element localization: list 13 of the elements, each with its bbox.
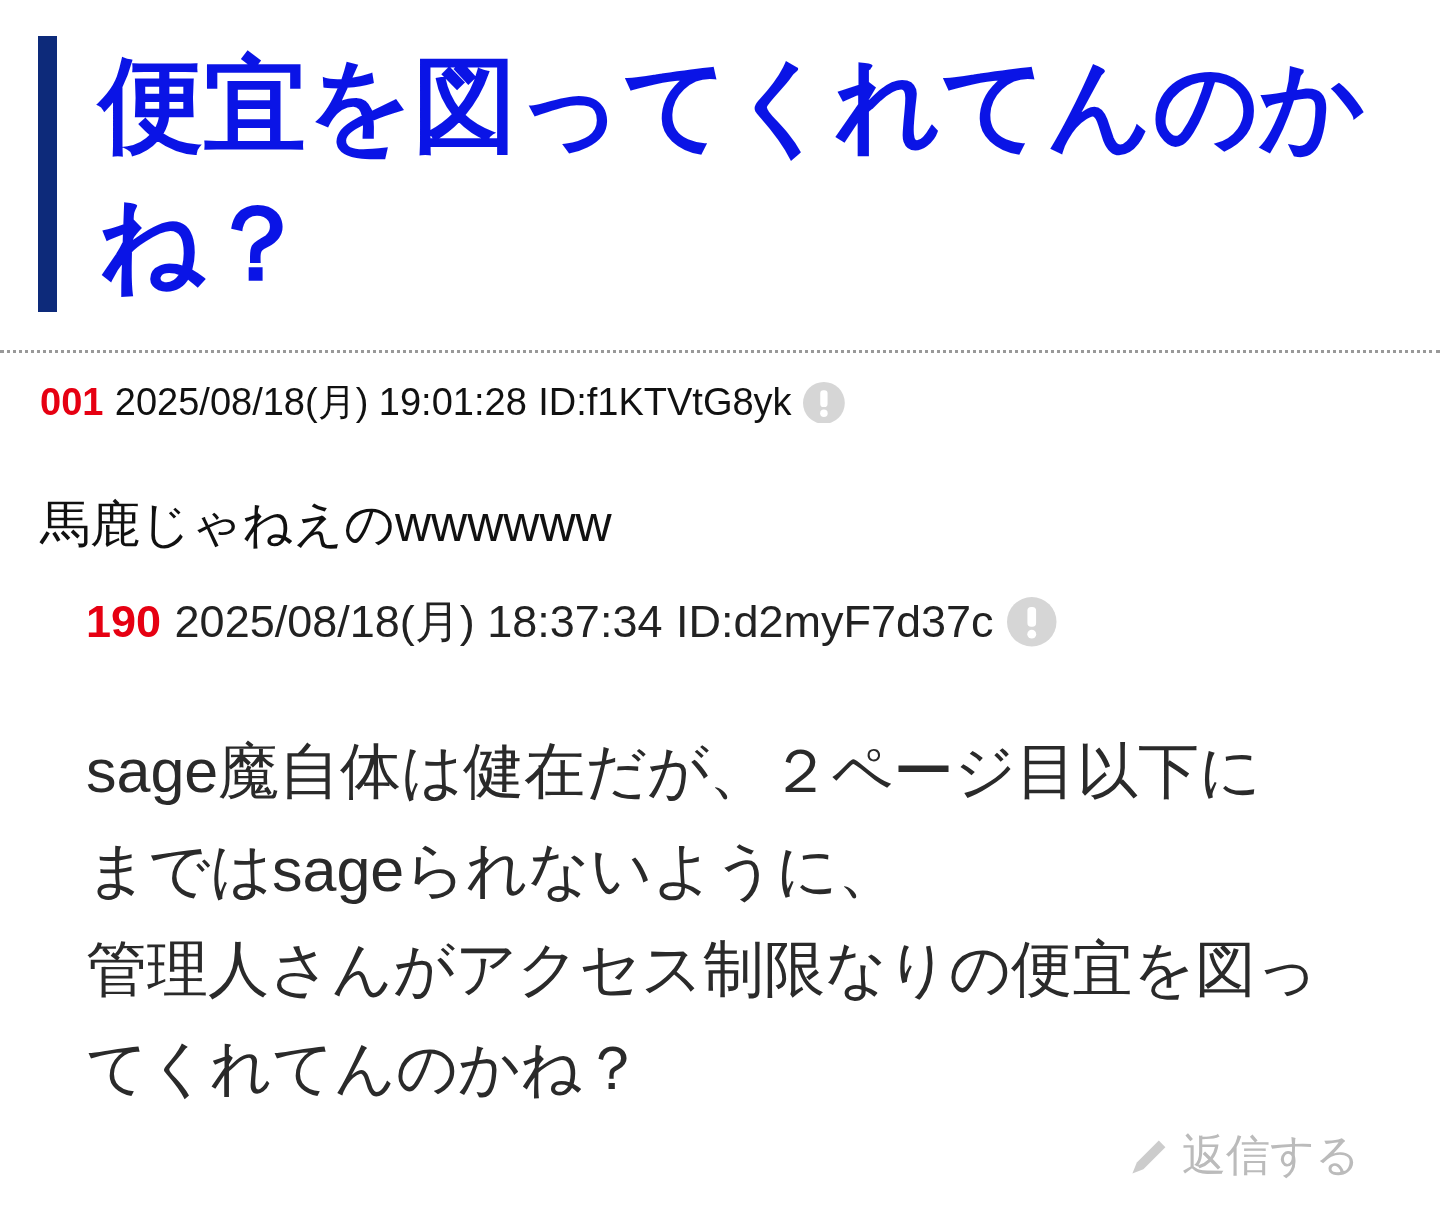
alert-icon[interactable]: [1007, 597, 1057, 647]
quoted-text-line: sage魔自体は健在だが、２ページ目以下に: [86, 736, 1263, 807]
post-date: 2025/08/18(月) 19:01:28: [114, 380, 527, 425]
post-date: 2025/08/18(月) 18:37:34: [174, 595, 663, 649]
quoted-text-line: まではsageられないように、: [86, 835, 901, 906]
post-number[interactable]: 190: [86, 596, 162, 648]
post-text: 馬鹿じゃねえのwwwwww: [40, 495, 613, 554]
user-id[interactable]: ID:d2myF7d37c: [675, 596, 994, 648]
quoted-text-line: てくれてんのかね？: [86, 1033, 644, 1104]
post-number[interactable]: 001: [40, 381, 104, 424]
quoted-text-line: 管理人さんがアクセス制限なりの便宜を図っ: [86, 934, 1319, 1005]
user-id[interactable]: ID:f1KTVtG8yk: [538, 381, 792, 424]
alert-icon[interactable]: [802, 381, 845, 424]
